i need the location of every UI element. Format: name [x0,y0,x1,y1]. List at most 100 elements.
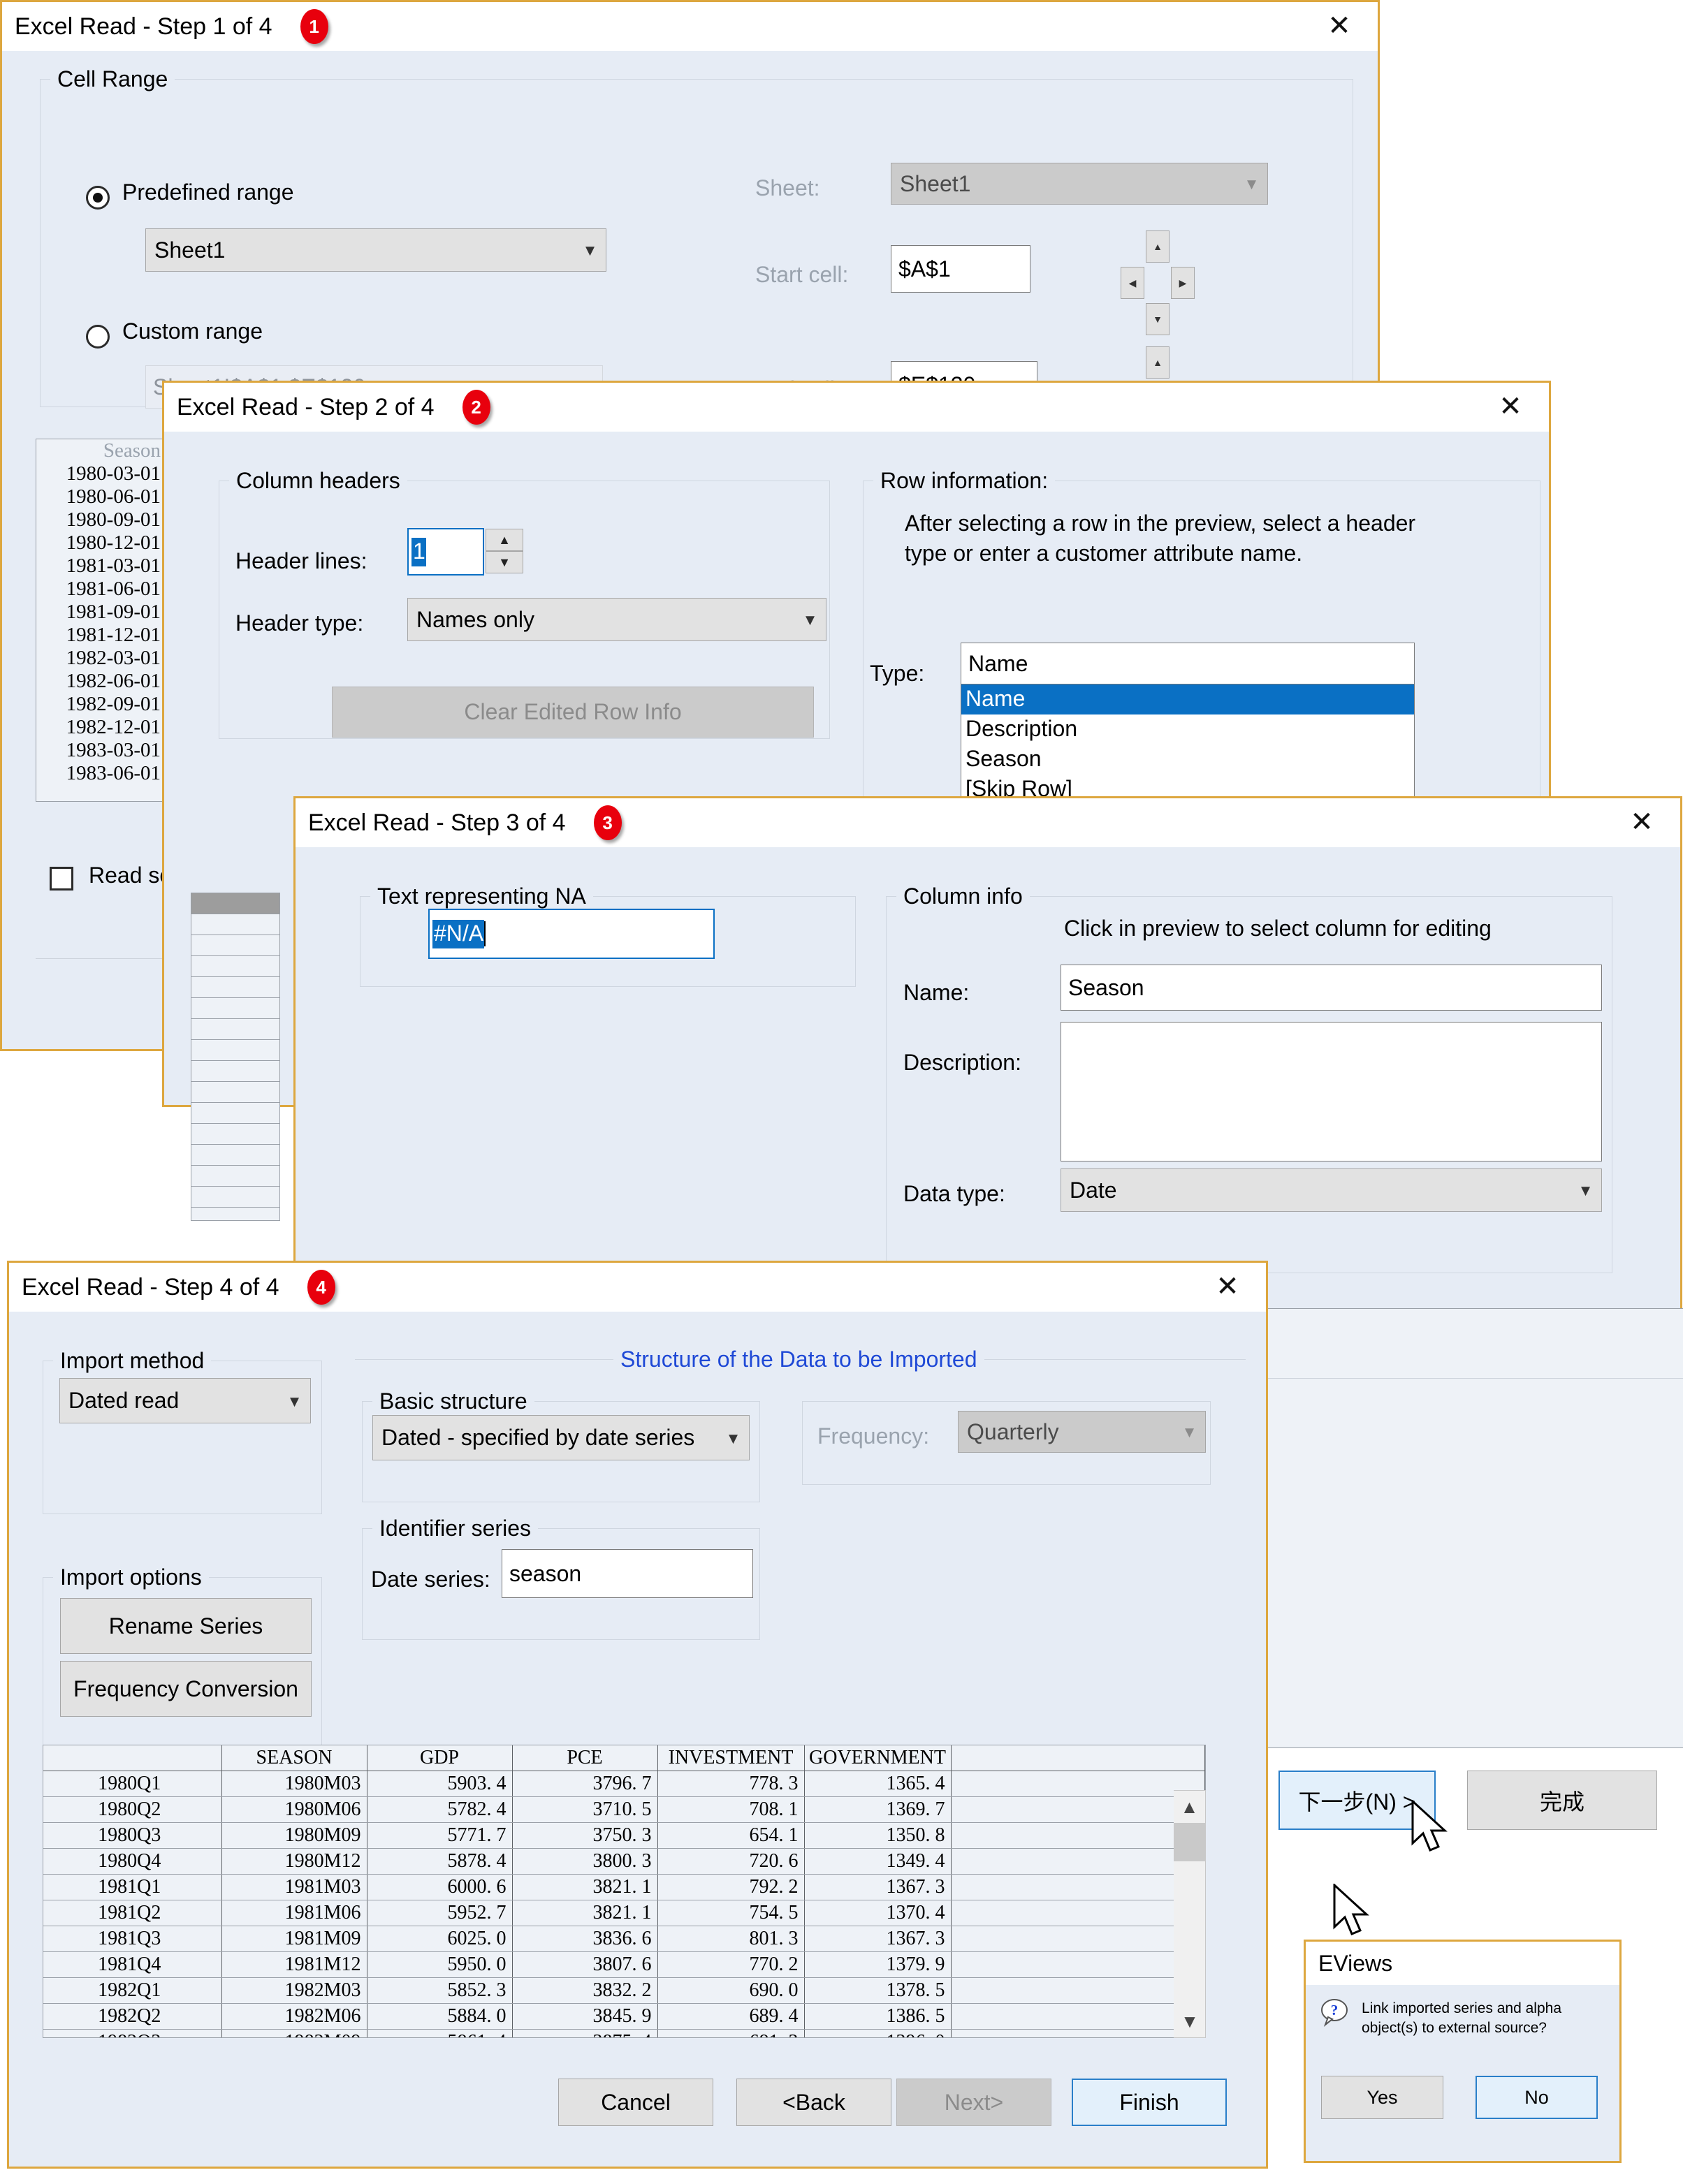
arrow-right-icon[interactable]: ▶ [1171,267,1195,299]
finish-button[interactable]: Finish [1072,2079,1227,2126]
finish-cn-button[interactable]: 完成 [1467,1771,1657,1830]
table-row[interactable]: 1980Q3 1980M09 5771. 7 3750. 3 654. 1 13… [43,1822,1205,1849]
col-header-pce[interactable]: PCE [512,1745,658,1771]
preview-row[interactable]: 1982-06-01 [36,670,168,693]
arrow-up-icon[interactable]: ▲ [1146,230,1170,263]
preview-row[interactable] [191,1019,279,1040]
type-input[interactable]: Name [961,643,1415,684]
predefined-range-combo[interactable]: Sheet1 ▾ [145,228,606,272]
window-step-4[interactable]: Excel Read - Step 4 of 4 4 ✕ Import meth… [7,1261,1268,2169]
yes-button[interactable]: Yes [1321,2076,1443,2119]
preview-header-row[interactable] [191,893,279,914]
preview-row[interactable]: 1980-06-01 [36,485,168,508]
na-text-input[interactable]: #N/A [428,909,715,959]
preview-row[interactable] [191,1040,279,1061]
titlebar-eviews[interactable]: EViews [1306,1942,1619,1985]
window-eviews-dialog[interactable]: EViews ? Link imported series and alpha … [1304,1940,1622,2163]
scrollbar-thumb[interactable] [1174,1823,1206,1861]
sheet-combo[interactable]: Sheet1 ▾ [891,163,1268,205]
table-row[interactable]: 1980Q1 1980M03 5903. 4 3796. 7 778. 3 13… [43,1771,1205,1797]
close-icon[interactable]: ✕ [1189,1263,1266,1310]
arrow-down-icon[interactable]: ▼ [1146,303,1170,335]
next-button[interactable]: Next> [896,2079,1051,2126]
preview-row[interactable] [191,977,279,998]
table-row[interactable]: 1982Q2 1982M06 5884. 0 3845. 9 689. 4 13… [43,2003,1205,2030]
step-3-preview-panel[interactable] [1251,1308,1683,1748]
preview-row[interactable]: 1981-03-01 [36,555,168,578]
preview-row[interactable] [191,956,279,977]
titlebar-step-2[interactable]: Excel Read - Step 2 of 4 2 ✕ [164,383,1549,432]
step-2-preview-grid[interactable] [191,893,280,1221]
titlebar-step-1[interactable]: Excel Read - Step 1 of 4 1 ✕ [2,2,1378,51]
preview-row[interactable] [191,1082,279,1103]
import-method-combo[interactable]: Dated read ▾ [59,1378,311,1423]
step-1-preview-grid[interactable]: Season 1980-03-01 1980-06-01 1980-09-01 … [36,439,168,802]
preview-row[interactable] [191,1187,279,1208]
preview-row[interactable]: 1981-09-01 [36,601,168,624]
start-cell-input[interactable]: $A$1 [891,245,1030,293]
preview-row[interactable]: 1982-03-01 [36,647,168,670]
close-icon[interactable]: ✕ [1472,383,1549,430]
radio-custom-range[interactable] [86,325,110,349]
preview-row[interactable]: 1982-09-01 [36,693,168,716]
preview-row[interactable] [191,1166,279,1187]
date-series-input[interactable]: season [502,1549,753,1598]
back-button[interactable]: <Back [736,2079,891,2126]
scroll-down-icon[interactable]: ▼ [1174,2005,1206,2037]
preview-row[interactable] [191,935,279,956]
header-lines-spinner[interactable]: ▲ ▼ [486,529,523,573]
preview-row[interactable]: 1980-09-01 [36,508,168,532]
col-header-government[interactable]: GOVERNMENT [804,1745,952,1771]
step-4-preview-scrollbar[interactable]: ▲ ▼ [1174,1790,1206,2038]
table-row[interactable]: 1981Q3 1981M09 6025. 0 3836. 6 801. 3 13… [43,1926,1205,1952]
preview-row[interactable] [191,1061,279,1082]
start-cell-arrow-pad[interactable]: ▲ ◀ ▶ ▼ [1121,230,1195,335]
type-option-season[interactable]: Season [961,745,1414,775]
spinner-down-icon[interactable]: ▼ [486,551,523,573]
preview-row[interactable] [191,998,279,1019]
scroll-up-icon[interactable]: ▲ [1174,1791,1205,1823]
arrow-up-icon[interactable]: ▲ [1146,346,1170,379]
arrow-left-icon[interactable]: ◀ [1121,267,1144,299]
table-row[interactable]: 1982Q3 1982M09 5861. 4 3875. 4 681. 3 13… [43,2029,1205,2037]
preview-row[interactable]: 1981-12-01 [36,624,168,647]
read-series-checkbox[interactable] [50,867,73,891]
header-type-combo[interactable]: Names only ▾ [407,598,826,641]
clear-edited-row-info-button[interactable]: Clear Edited Row Info [332,687,814,738]
type-option-name[interactable]: Name [961,684,1414,714]
preview-row[interactable]: 1980-03-01 [36,462,168,485]
rename-series-button[interactable]: Rename Series [60,1598,312,1654]
column-data-type-combo[interactable]: Date ▾ [1061,1168,1602,1212]
type-option-description[interactable]: Description [961,714,1414,745]
table-row[interactable]: 1980Q4 1980M12 5878. 4 3800. 3 720. 6 13… [43,1848,1205,1875]
frequency-combo[interactable]: Quarterly ▾ [958,1411,1206,1453]
col-header-gdp[interactable]: GDP [367,1745,513,1771]
no-button[interactable]: No [1476,2076,1598,2119]
preview-row[interactable] [191,914,279,935]
preview-row[interactable]: 1980-12-01 [36,532,168,555]
preview-row[interactable] [191,1124,279,1145]
preview-row[interactable]: 1982-12-01 [36,716,168,739]
table-row[interactable]: 1981Q4 1981M12 5950. 0 3807. 6 770. 2 13… [43,1951,1205,1978]
col-header-investment[interactable]: INVESTMENT [657,1745,805,1771]
col-header-index[interactable] [43,1745,222,1771]
preview-row[interactable]: 1983-06-01 [36,762,168,785]
col-header-season[interactable]: SEASON [221,1745,367,1771]
titlebar-step-4[interactable]: Excel Read - Step 4 of 4 4 ✕ [9,1263,1266,1312]
table-row[interactable]: 1981Q2 1981M06 5952. 7 3821. 1 754. 5 13… [43,1900,1205,1926]
cancel-button[interactable]: Cancel [558,2079,713,2126]
preview-row[interactable] [191,1145,279,1166]
frequency-conversion-button[interactable]: Frequency Conversion [60,1661,312,1717]
close-icon[interactable]: ✕ [1603,798,1680,846]
column-name-input[interactable]: Season [1061,965,1602,1011]
table-row[interactable]: 1980Q2 1980M06 5782. 4 3710. 5 708. 1 13… [43,1796,1205,1823]
titlebar-step-3[interactable]: Excel Read - Step 3 of 4 3 ✕ [296,798,1680,847]
basic-structure-combo[interactable]: Dated - specified by date series ▾ [372,1415,750,1460]
col-header-blank[interactable] [951,1745,1205,1771]
preview-row[interactable] [191,1103,279,1124]
close-icon[interactable]: ✕ [1301,2,1378,50]
preview-row[interactable]: 1983-03-01 [36,739,168,762]
step-4-preview-grid[interactable]: SEASON GDP PCE INVESTMENT GOVERNMENT 198… [43,1745,1206,2038]
spinner-up-icon[interactable]: ▲ [486,529,523,551]
preview-row[interactable]: 1981-06-01 [36,578,168,601]
